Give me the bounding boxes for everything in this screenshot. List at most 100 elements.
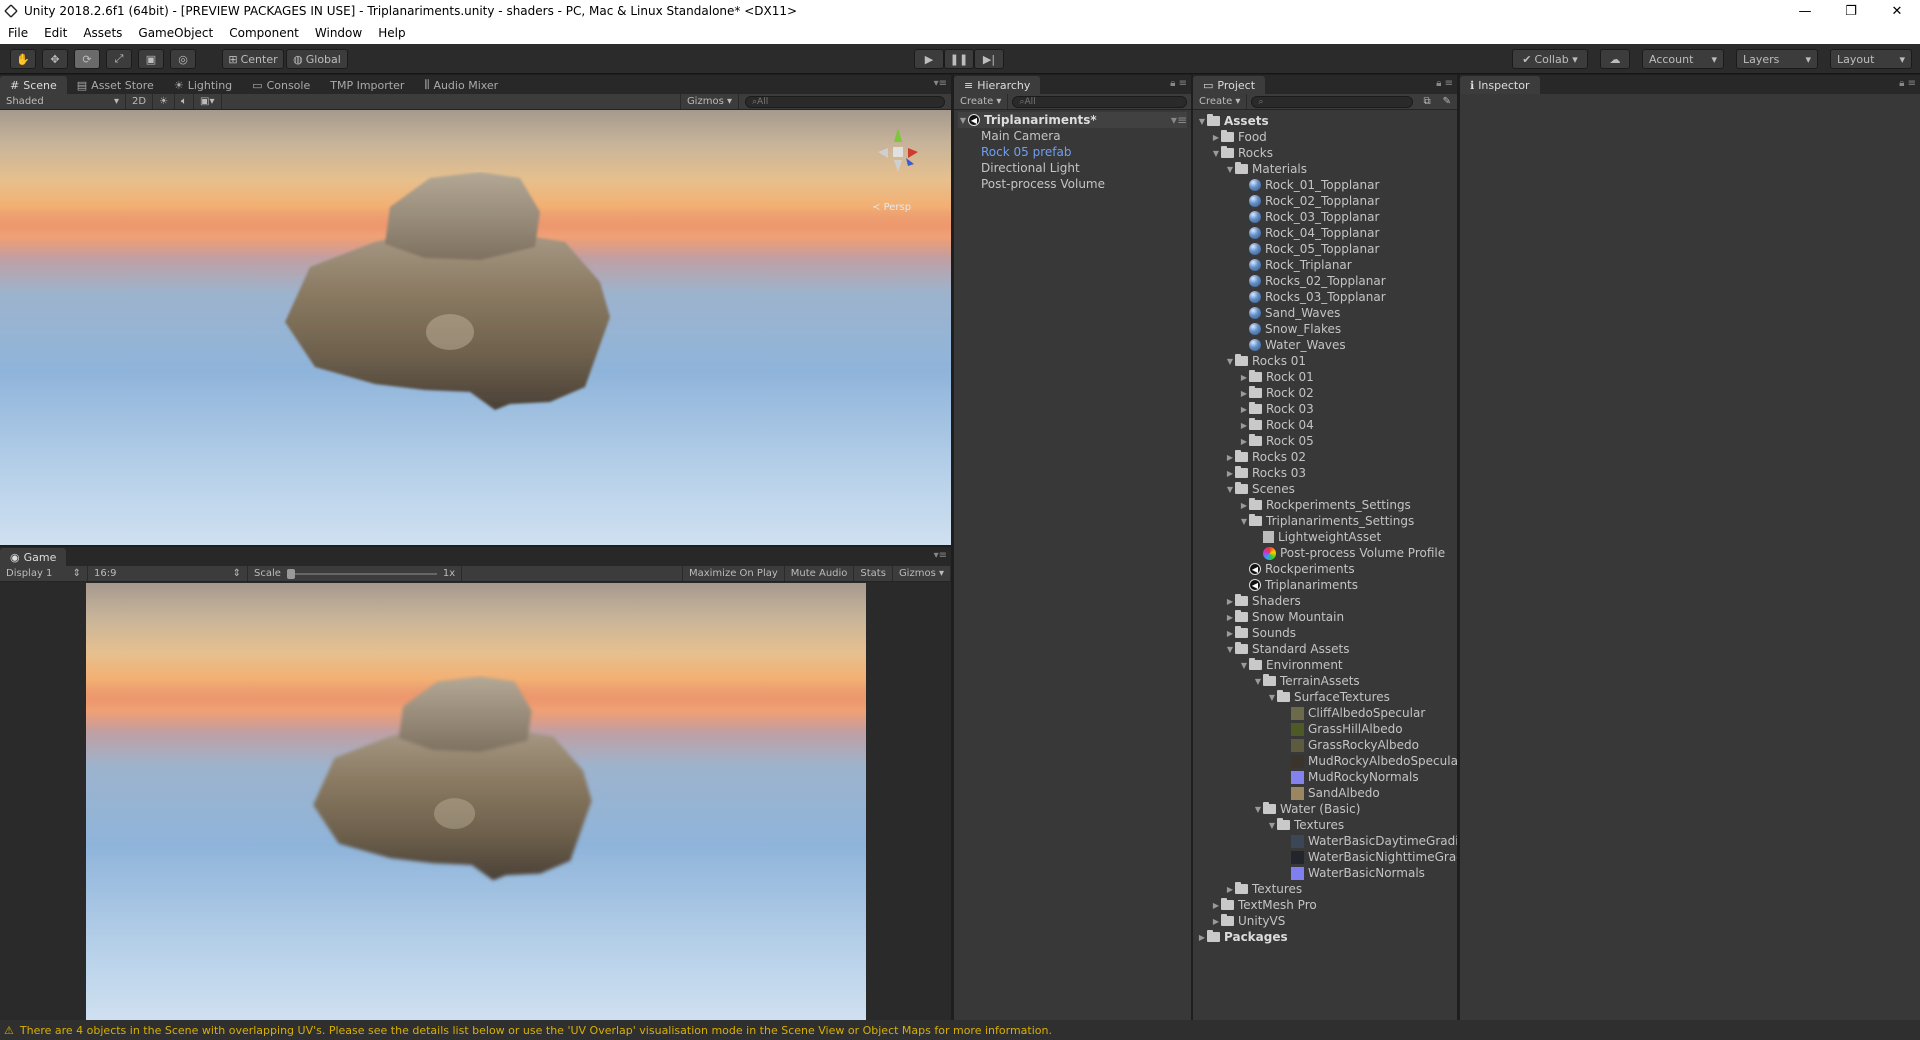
project-item[interactable]: Rocks_02_Topplanar (1239, 273, 1386, 289)
expanded-arrow-icon[interactable]: ▼ (1197, 117, 1207, 126)
project-item[interactable]: Rock_05_Topplanar (1239, 241, 1379, 257)
space-toggle[interactable]: ◍ Global (286, 49, 348, 69)
hierarchy-create-dropdown[interactable]: Create ▾ (954, 94, 1009, 109)
hierarchy-item-post-process-volume[interactable]: Post-process Volume (981, 176, 1105, 192)
pivot-toggle[interactable]: ⊞ Center (222, 49, 284, 69)
project-item[interactable]: ▼ Materials (1225, 161, 1307, 177)
expanded-arrow-icon[interactable]: ▼ (1239, 517, 1249, 526)
status-bar[interactable]: ⚠ There are 4 objects in the Scene with … (0, 1020, 1920, 1040)
game-gizmos-dropdown[interactable]: Gizmos ▾ (893, 566, 951, 581)
expanded-arrow-icon[interactable]: ▼ (1267, 821, 1277, 830)
hierarchy-search-input[interactable]: ⌕ All (1012, 95, 1187, 108)
step-button[interactable]: ▶| (974, 49, 1004, 69)
expanded-arrow-icon[interactable]: ▼ (1225, 165, 1235, 174)
transform-tool-icon[interactable]: ◎ (170, 49, 196, 69)
panel-menu-icon[interactable]: 🔒︎ ≡ (1170, 78, 1187, 89)
minimize-button[interactable]: — (1782, 0, 1828, 22)
project-item[interactable]: GrassRockyAlbedo (1281, 737, 1419, 753)
project-item[interactable]: Rock_01_Topplanar (1239, 177, 1379, 193)
project-item[interactable]: ▼ Scenes (1225, 481, 1295, 497)
collapsed-arrow-icon[interactable]: ▶ (1239, 389, 1249, 398)
scene-root-item[interactable]: ▼ ◀ Triplanariments* ▾≡ (958, 112, 1187, 128)
collapsed-arrow-icon[interactable]: ▶ (1225, 629, 1235, 638)
project-item[interactable]: ▼ TerrainAssets (1253, 673, 1360, 689)
scene-search-input[interactable]: ⌕ All (745, 95, 945, 108)
project-item[interactable]: ▶ Packages (1197, 929, 1288, 945)
project-item[interactable]: ▶ Sounds (1225, 625, 1296, 641)
collapsed-arrow-icon[interactable]: ▶ (1225, 613, 1235, 622)
panel-menu-icon[interactable]: ▾≡ (934, 550, 947, 561)
collapsed-arrow-icon[interactable]: ▶ (1197, 933, 1207, 942)
rect-tool-icon[interactable]: ▣ (138, 49, 164, 69)
project-item[interactable]: ◀ Triplanariments (1239, 577, 1358, 593)
collapsed-arrow-icon[interactable]: ▶ (1239, 501, 1249, 510)
scene-lighting-toggle[interactable]: ☀ (153, 94, 176, 109)
hand-tool-icon[interactable]: ✋ (10, 49, 36, 69)
project-item[interactable]: ▶ UnityVS (1211, 913, 1285, 929)
expanded-arrow-icon[interactable]: ▼ (1239, 661, 1249, 670)
menu-file[interactable]: File (0, 26, 36, 40)
project-item[interactable]: LightweightAsset (1253, 529, 1381, 545)
aspect-dropdown[interactable]: 16:9 ⇕ (88, 566, 248, 581)
project-item[interactable]: MudRockyNormals (1281, 769, 1419, 785)
expanded-arrow-icon[interactable]: ▼ (1225, 645, 1235, 654)
tab-lighting[interactable]: ☀ Lighting (164, 76, 242, 94)
scene-effects-dropdown[interactable]: ▣▾ (194, 94, 222, 109)
project-item[interactable]: ▶ Snow Mountain (1225, 609, 1344, 625)
project-create-dropdown[interactable]: Create ▾ (1193, 94, 1248, 109)
mute-audio-toggle[interactable]: Mute Audio (785, 566, 855, 581)
persp-label[interactable]: ≺ Persp (872, 202, 911, 213)
project-item[interactable]: Rock_04_Topplanar (1239, 225, 1379, 241)
filter-by-label-button[interactable]: ✎ (1437, 94, 1457, 109)
game-viewport[interactable] (86, 583, 866, 1020)
hierarchy-item-rock-05-prefab[interactable]: Rock 05 prefab (981, 144, 1071, 160)
cloud-button[interactable]: ☁ (1600, 49, 1630, 69)
project-item[interactable]: ▶ Rock 03 (1239, 401, 1314, 417)
menu-assets[interactable]: Assets (75, 26, 130, 40)
project-item[interactable]: ▶ Shaders (1225, 593, 1301, 609)
hierarchy-item-directional-light[interactable]: Directional Light (981, 160, 1080, 176)
expanded-arrow-icon[interactable]: ▼ (1253, 677, 1263, 686)
scale-tool-icon[interactable]: ⤢ (106, 49, 132, 69)
expanded-arrow-icon[interactable]: ▼ (1225, 357, 1235, 366)
menu-component[interactable]: Component (221, 26, 307, 40)
tab-hierarchy[interactable]: ≡ Hierarchy (954, 76, 1041, 94)
project-item[interactable]: WaterBasicNighttimeGrad (1281, 849, 1457, 865)
project-item[interactable]: ▶ Rocks 03 (1225, 465, 1306, 481)
project-item[interactable]: ▶ Textures (1225, 881, 1302, 897)
collapsed-arrow-icon[interactable]: ▶ (1225, 597, 1235, 606)
project-item[interactable]: ▼ Standard Assets (1225, 641, 1349, 657)
project-item[interactable]: Rocks_03_Topplanar (1239, 289, 1386, 305)
layout-dropdown[interactable]: Layout ▾ (1830, 49, 1912, 69)
collapsed-arrow-icon[interactable]: ▶ (1211, 917, 1221, 926)
close-button[interactable]: ✕ (1874, 0, 1920, 22)
menu-help[interactable]: Help (370, 26, 413, 40)
filter-by-type-button[interactable]: ⧉ (1417, 94, 1436, 109)
scene-audio-toggle[interactable]: 🔈︎ (175, 94, 195, 109)
collapsed-arrow-icon[interactable]: ▶ (1225, 453, 1235, 462)
project-item[interactable]: SandAlbedo (1281, 785, 1380, 801)
collapsed-arrow-icon[interactable]: ▶ (1239, 437, 1249, 446)
project-item[interactable]: MudRockyAlbedoSpecular (1281, 753, 1457, 769)
tab-game[interactable]: ◉ Game (0, 548, 67, 566)
project-item[interactable]: ▼ Water (Basic) (1253, 801, 1360, 817)
expanded-arrow-icon[interactable]: ▼ (1211, 149, 1221, 158)
menu-gameobject[interactable]: GameObject (130, 26, 221, 40)
project-item[interactable]: ◀ Rockperiments (1239, 561, 1355, 577)
account-dropdown[interactable]: Account ▾ (1642, 49, 1724, 69)
expanded-arrow-icon[interactable]: ▼ (1267, 693, 1277, 702)
project-item[interactable]: Post-process Volume Profile (1253, 545, 1445, 561)
collapsed-arrow-icon[interactable]: ▶ (1239, 421, 1249, 430)
project-item[interactable]: WaterBasicDaytimeGradie (1281, 833, 1457, 849)
project-item[interactable]: ▶ Rockperiments_Settings (1239, 497, 1411, 513)
project-item[interactable]: WaterBasicNormals (1281, 865, 1425, 881)
rotate-tool-icon[interactable]: ⟳ (74, 49, 100, 69)
project-item[interactable]: ▼ Rocks (1211, 145, 1273, 161)
tab-inspector[interactable]: ℹ Inspector (1460, 76, 1540, 94)
project-item[interactable]: CliffAlbedoSpecular (1281, 705, 1425, 721)
project-item[interactable]: ▼ Assets (1197, 113, 1269, 129)
tab-project[interactable]: ▭ Project (1193, 76, 1266, 94)
scale-slider[interactable]: Scale 1x (248, 566, 463, 581)
tab-console[interactable]: ▭ Console (242, 76, 320, 94)
project-item[interactable]: ▶ Rock 05 (1239, 433, 1314, 449)
